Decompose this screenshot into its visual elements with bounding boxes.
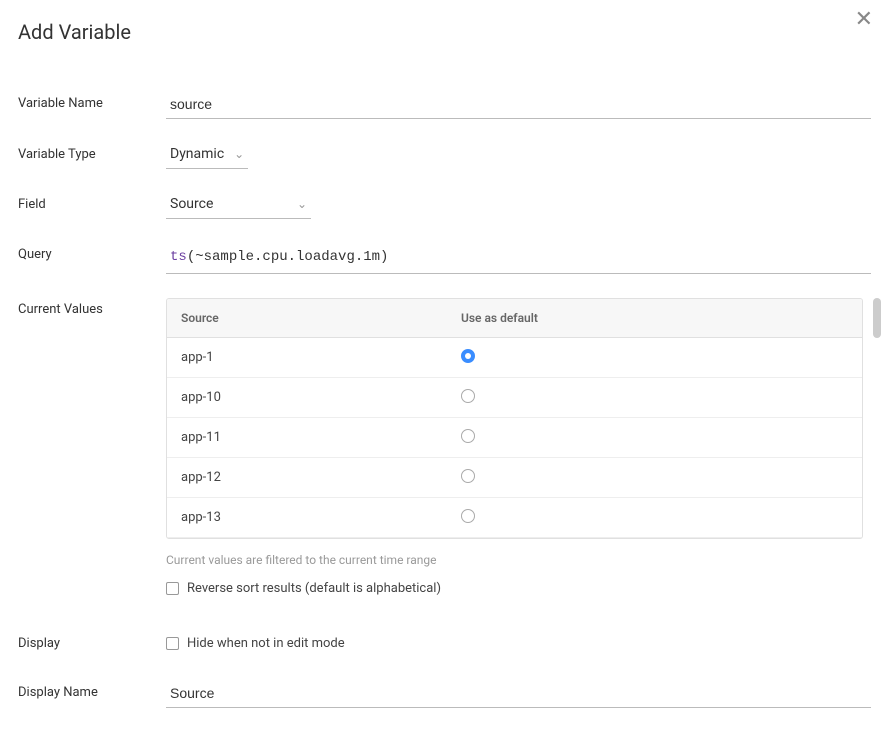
current-values-label: Current Values [18, 298, 166, 317]
source-cell: app-12 [167, 458, 447, 497]
chevron-down-icon: ⌄ [297, 197, 307, 211]
query-input[interactable]: ts(~sample.cpu.loadavg.1m) [166, 243, 871, 274]
scrollbar-thumb[interactable] [873, 298, 881, 338]
hide-edit-checkbox[interactable] [166, 637, 179, 650]
values-table: Source Use as default app-1app-10app-11a… [166, 298, 863, 539]
default-radio[interactable] [461, 349, 475, 363]
close-button[interactable]: ✕ [855, 8, 873, 30]
default-radio[interactable] [461, 389, 475, 403]
display-label: Display [18, 632, 166, 651]
table-row: app-10 [167, 378, 862, 418]
variable-name-label: Variable Name [18, 92, 166, 111]
default-radio[interactable] [461, 509, 475, 523]
source-cell: app-10 [167, 378, 447, 417]
column-header-default: Use as default [447, 299, 862, 337]
display-name-label: Display Name [18, 681, 166, 700]
chevron-down-icon: ⌄ [234, 147, 244, 161]
table-row: app-11 [167, 418, 862, 458]
source-cell: app-1 [167, 338, 447, 377]
default-cell [447, 339, 862, 377]
table-row: app-1 [167, 338, 862, 378]
default-cell [447, 419, 862, 457]
filter-hint: Current values are filtered to the curre… [166, 553, 871, 567]
column-header-source: Source [167, 299, 447, 337]
values-scroll[interactable]: app-1app-10app-11app-12app-13 [167, 338, 862, 538]
query-arg: (~sample.cpu.loadavg.1m) [187, 249, 389, 265]
default-cell [447, 499, 862, 537]
source-cell: app-11 [167, 418, 447, 457]
display-name-input[interactable] [166, 681, 871, 708]
table-row: app-13 [167, 498, 862, 538]
variable-type-select[interactable]: Dynamic ⌄ [166, 144, 248, 169]
field-select[interactable]: Source ⌄ [166, 194, 311, 219]
reverse-sort-checkbox[interactable] [166, 582, 179, 595]
hide-edit-label: Hide when not in edit mode [187, 636, 345, 651]
variable-type-label: Variable Type [18, 143, 166, 162]
variable-type-value: Dynamic [170, 146, 224, 162]
default-cell [447, 459, 862, 497]
modal-title: Add Variable [18, 20, 871, 44]
default-cell [447, 379, 862, 417]
query-label: Query [18, 243, 166, 262]
source-cell: app-13 [167, 498, 447, 537]
table-row: app-12 [167, 458, 862, 498]
field-label: Field [18, 193, 166, 212]
close-icon: ✕ [855, 6, 873, 31]
field-value: Source [170, 196, 213, 212]
variable-name-input[interactable] [166, 92, 871, 119]
default-radio[interactable] [461, 429, 475, 443]
query-fn: ts [170, 249, 187, 265]
add-variable-modal: ✕ Add Variable Variable Name Variable Ty… [0, 0, 889, 748]
default-radio[interactable] [461, 469, 475, 483]
reverse-sort-label: Reverse sort results (default is alphabe… [187, 581, 441, 596]
